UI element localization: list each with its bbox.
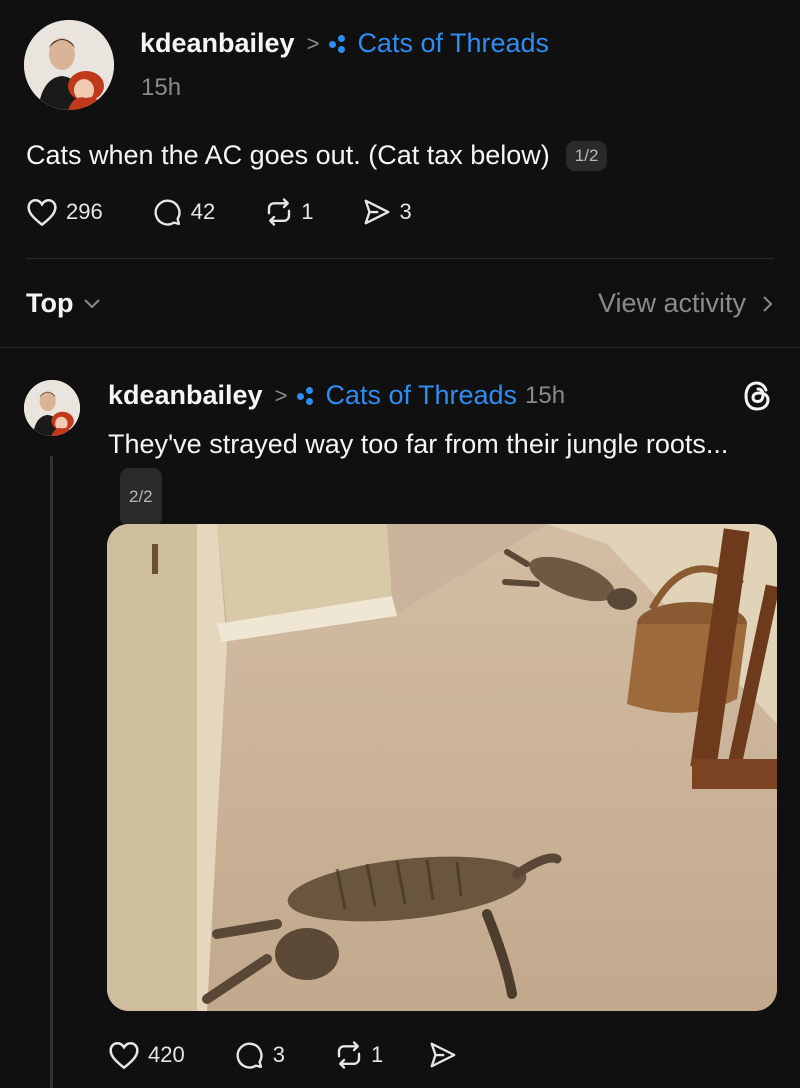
threads-icon xyxy=(744,381,770,411)
comment-icon xyxy=(236,1042,263,1069)
avatar-photo xyxy=(24,20,114,110)
thread-line xyxy=(50,456,53,1088)
comment-icon xyxy=(154,199,181,226)
share-count: 3 xyxy=(399,199,412,224)
reply-repost-count: 1 xyxy=(370,1042,384,1067)
author-username[interactable]: kdeanbailey xyxy=(140,28,295,59)
reply-author-avatar[interactable] xyxy=(24,380,80,436)
heart-icon xyxy=(109,1041,139,1070)
post-text: Cats when the AC goes out. (Cat tax belo… xyxy=(26,140,550,170)
community-icon xyxy=(297,386,319,405)
reply-page-badge: 2/2 xyxy=(120,468,162,526)
chevron-right-icon xyxy=(763,295,773,312)
reply-share-button[interactable] xyxy=(427,1040,459,1070)
divider xyxy=(26,258,774,259)
post-time: 15h xyxy=(141,74,182,101)
send-icon xyxy=(430,1042,456,1068)
reply-like-button[interactable]: 420 xyxy=(108,1040,185,1070)
community-name: Cats of Threads xyxy=(357,28,550,58)
reply-author-username[interactable]: kdeanbailey xyxy=(108,380,263,411)
reply-actions: 420 3 1 xyxy=(108,1040,459,1070)
repost-button[interactable]: 1 xyxy=(263,197,313,227)
reply-comment-count: 3 xyxy=(272,1042,285,1067)
reply-like-count: 420 xyxy=(148,1042,185,1067)
post-image[interactable] xyxy=(107,524,777,1011)
heart-icon xyxy=(27,198,57,227)
share-button[interactable]: 3 xyxy=(361,197,412,227)
page-badge: 1/2 xyxy=(565,140,608,171)
reply-button[interactable]: 42 xyxy=(151,197,215,227)
sort-dropdown[interactable]: Top xyxy=(26,288,101,319)
repost-icon xyxy=(337,1041,361,1069)
chevron-down-icon xyxy=(84,298,101,308)
sort-label: Top xyxy=(26,288,74,318)
divider xyxy=(0,347,800,348)
threads-logo-icon[interactable] xyxy=(740,378,776,414)
community-link[interactable]: Cats of Threads xyxy=(329,28,549,59)
like-count: 296 xyxy=(66,199,103,224)
reply-time: 15h xyxy=(525,381,566,409)
chevron-right-icon: > xyxy=(306,30,320,56)
send-icon xyxy=(365,199,390,225)
reply-count: 42 xyxy=(190,199,216,224)
avatar-photo xyxy=(24,380,80,436)
chevron-right-icon: > xyxy=(274,382,288,408)
repost-count: 1 xyxy=(301,199,314,224)
view-activity-link[interactable]: View activity xyxy=(598,288,774,319)
post-actions: 296 42 1 3 xyxy=(26,197,412,227)
reply-repost-button[interactable]: 1 xyxy=(333,1040,383,1070)
view-activity-label: View activity xyxy=(597,288,746,318)
community-icon xyxy=(329,34,351,53)
repost-icon xyxy=(268,198,291,226)
like-button[interactable]: 296 xyxy=(26,197,103,227)
reply-community-name: Cats of Threads xyxy=(325,380,518,410)
cats-photo xyxy=(107,524,777,1011)
reply-text: They've strayed way too far from their j… xyxy=(108,429,729,459)
reply-comment-button[interactable]: 3 xyxy=(233,1040,285,1070)
reply-community-link[interactable]: Cats of Threads xyxy=(297,380,517,411)
author-avatar[interactable] xyxy=(24,20,114,110)
